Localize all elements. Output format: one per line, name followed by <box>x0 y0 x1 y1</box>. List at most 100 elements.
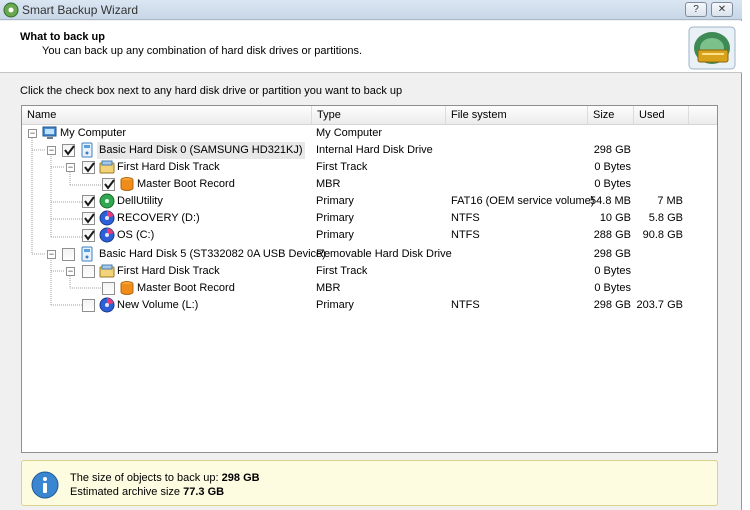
archive-size-label: Estimated archive size <box>70 486 181 498</box>
mbr-icon <box>120 177 134 191</box>
new-volume-checkbox[interactable] <box>82 299 95 312</box>
row-file-system: NTFS <box>451 299 480 311</box>
row-name: New Volume (L:) <box>117 299 199 311</box>
track-icon <box>99 160 115 174</box>
app-icon <box>3 2 19 18</box>
backup-size-line: The size of objects to back up: 298 GB <box>70 472 260 484</box>
tree-row-disk-5-mbr[interactable]: Master Boot Record MBR 0 Bytes <box>22 280 717 297</box>
row-name: My Computer <box>60 127 127 139</box>
backup-logo-icon <box>688 26 736 70</box>
first-track-checkbox[interactable] <box>82 161 95 174</box>
partition-icon <box>99 210 115 226</box>
page-subtitle: You can back up any combination of hard … <box>42 45 362 57</box>
row-name: OS (C:) <box>117 229 155 241</box>
row-used: 203.7 GB <box>636 299 683 311</box>
disk-5-checkbox[interactable] <box>62 248 75 261</box>
hard-disk-icon <box>81 142 93 158</box>
row-name: RECOVERY (D:) <box>117 212 200 224</box>
row-type: Primary <box>316 195 354 207</box>
row-name: First Hard Disk Track <box>117 265 220 277</box>
row-type: Primary <box>316 229 354 241</box>
mbr-checkbox[interactable] <box>102 282 115 295</box>
row-type: MBR <box>316 178 341 190</box>
smart-backup-wizard-window: Smart Backup Wizard ? ✕ What to back up … <box>0 0 742 510</box>
row-type: First Track <box>316 265 368 277</box>
row-size: 298 GB <box>593 299 631 311</box>
tree-row-disk-5[interactable]: − Basic Hard Disk 5 (ST332082 0A USB Dev… <box>22 246 717 263</box>
info-icon <box>31 471 59 499</box>
row-size: 288 GB <box>593 229 631 241</box>
row-name: Basic Hard Disk 0 (SAMSUNG HD321KJ) <box>97 142 305 159</box>
backup-size-value: 298 GB <box>221 472 260 484</box>
row-type: Internal Hard Disk Drive <box>316 144 433 156</box>
partition-icon <box>99 297 115 313</box>
tree-row-new-volume[interactable]: New Volume (L:) Primary NTFS 298 GB 203.… <box>22 297 717 314</box>
tree-row-disk-0-first-track[interactable]: − First Hard Disk Track First Track 0 By… <box>22 159 717 176</box>
collapse-toggle[interactable]: − <box>66 163 75 172</box>
mbr-checkbox[interactable] <box>102 178 115 191</box>
tree-row-disk-0-mbr[interactable]: Master Boot Record MBR 0 Bytes <box>22 176 717 193</box>
disk-0-checkbox[interactable] <box>62 144 75 157</box>
row-size: 0 Bytes <box>594 178 631 190</box>
partition-icon <box>99 227 115 243</box>
row-name: DellUtility <box>117 195 163 207</box>
recovery-checkbox[interactable] <box>82 212 95 225</box>
track-icon <box>99 264 115 278</box>
row-size: 298 GB <box>593 248 631 260</box>
row-size: 0 Bytes <box>594 282 631 294</box>
row-name: Master Boot Record <box>137 178 235 190</box>
help-button[interactable]: ? <box>685 2 707 17</box>
row-type: Removable Hard Disk Drive <box>316 248 452 260</box>
row-size: 0 Bytes <box>594 265 631 277</box>
row-used: 7 MB <box>657 195 683 207</box>
title-bar: Smart Backup Wizard ? ✕ <box>0 0 742 20</box>
row-size: 54.8 MB <box>590 195 631 207</box>
drive-tree-table: Name Type File system Size Used − My Com… <box>21 105 718 453</box>
row-size: 10 GB <box>599 212 631 224</box>
window-title: Smart Backup Wizard <box>22 3 139 17</box>
collapse-toggle[interactable]: − <box>47 146 56 155</box>
row-name: Master Boot Record <box>137 282 235 294</box>
row-size: 0 Bytes <box>594 161 631 173</box>
backup-size-label: The size of objects to back up: <box>70 472 219 484</box>
tree-row-my-computer[interactable]: − My Computer My Computer <box>22 125 717 142</box>
row-file-system: NTFS <box>451 212 480 224</box>
hard-disk-icon <box>81 246 93 262</box>
tree-row-disk-0[interactable]: − Basic Hard Disk 0 (SAMSUNG HD321KJ) In… <box>22 142 717 159</box>
page-title: What to back up <box>20 31 105 43</box>
collapse-toggle[interactable]: − <box>66 267 75 276</box>
row-used: 90.8 GB <box>642 229 683 241</box>
backup-size-info-panel: The size of objects to back up: 298 GB E… <box>21 460 718 506</box>
first-track-checkbox[interactable] <box>82 265 95 278</box>
row-type: MBR <box>316 282 341 294</box>
row-file-system: NTFS <box>451 229 480 241</box>
row-used: 5.8 GB <box>648 212 683 224</box>
column-used[interactable]: Used <box>634 106 689 125</box>
archive-size-value: 77.3 GB <box>183 486 225 498</box>
tree-row-dellutility[interactable]: DellUtility Primary FAT16 (OEM service v… <box>22 193 717 210</box>
row-name: Basic Hard Disk 5 (ST332082 0A USB Devic… <box>99 248 326 260</box>
dellutility-checkbox[interactable] <box>82 195 95 208</box>
row-type: Primary <box>316 212 354 224</box>
row-type: Primary <box>316 299 354 311</box>
archive-size-line: Estimated archive size 77.3 GB <box>70 486 224 498</box>
computer-icon <box>42 126 57 139</box>
os-c-checkbox[interactable] <box>82 229 95 242</box>
row-type: My Computer <box>316 127 383 139</box>
column-file-system[interactable]: File system <box>446 106 588 125</box>
row-size: 298 GB <box>593 144 631 156</box>
collapse-toggle[interactable]: − <box>47 250 56 259</box>
row-file-system: FAT16 (OEM service volume) <box>451 195 595 207</box>
instruction-text: Click the check box next to any hard dis… <box>20 85 403 97</box>
tree-row-os-c[interactable]: OS (C:) Primary NTFS 288 GB 90.8 GB <box>22 227 717 244</box>
column-size[interactable]: Size <box>588 106 634 125</box>
tree-row-recovery[interactable]: RECOVERY (D:) Primary NTFS 10 GB 5.8 GB <box>22 210 717 227</box>
wizard-header: What to back up You can back up any comb… <box>0 21 742 73</box>
mbr-icon <box>120 281 134 295</box>
collapse-toggle[interactable]: − <box>28 129 37 138</box>
close-button[interactable]: ✕ <box>711 2 733 17</box>
partition-icon <box>99 193 115 209</box>
column-type[interactable]: Type <box>312 106 446 125</box>
row-type: First Track <box>316 161 368 173</box>
tree-row-disk-5-first-track[interactable]: − First Hard Disk Track First Track 0 By… <box>22 263 717 280</box>
